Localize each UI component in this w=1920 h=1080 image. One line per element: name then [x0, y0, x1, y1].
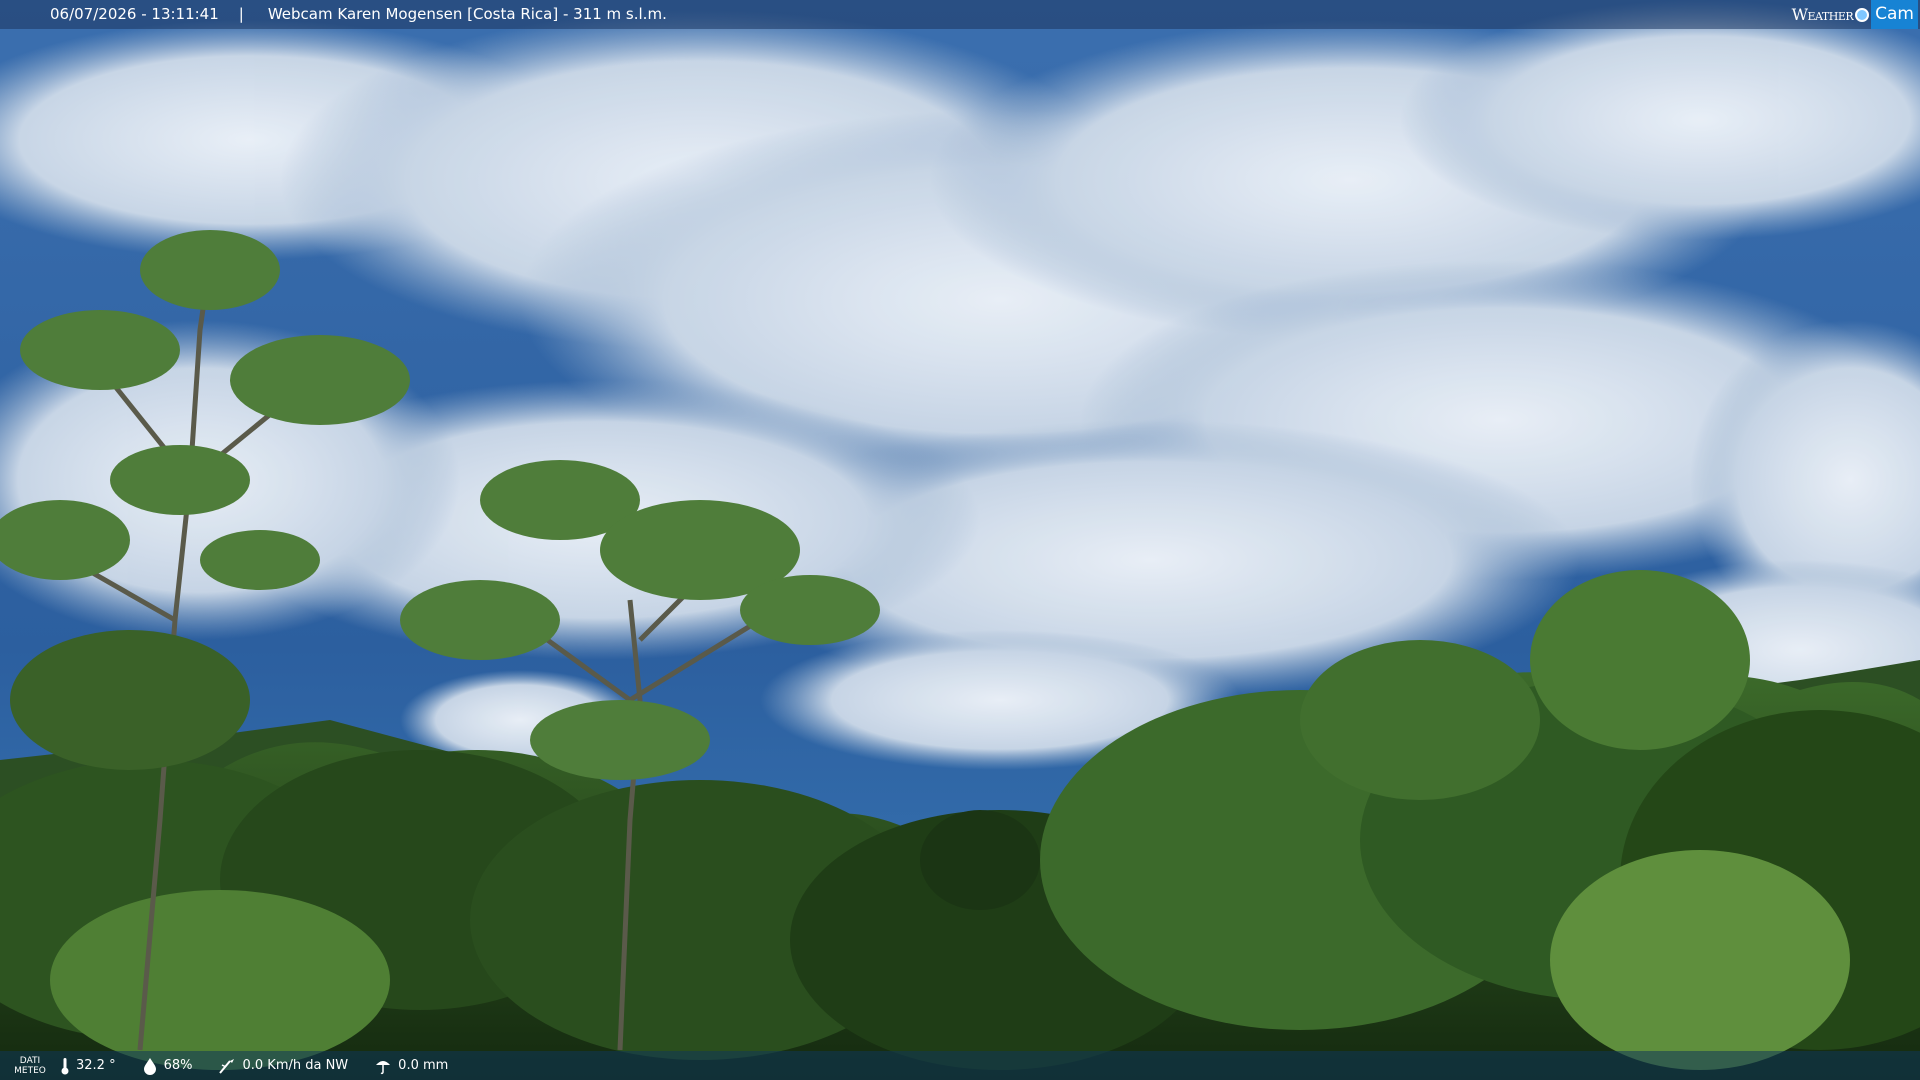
wind-icon: [219, 1058, 235, 1074]
wind-metric: 0.0 Km/h da NW: [218, 1057, 348, 1075]
wind-value: 0.0 Km/h da NW: [242, 1058, 349, 1073]
droplet-icon: [143, 1057, 156, 1075]
humidity-value: 68%: [163, 1058, 193, 1073]
dati-meteo-label: DATI METEO: [14, 1055, 46, 1076]
logo-word: Weather: [1791, 5, 1854, 24]
logo-cam: Cam: [1871, 0, 1918, 29]
title-separator: |: [238, 5, 244, 23]
rain-icon: [376, 1060, 391, 1074]
temperature-value: 32.2 °: [76, 1058, 116, 1073]
thermometer-icon: [61, 1057, 69, 1074]
timestamp: 06/07/2026 - 13:11:41: [50, 5, 219, 23]
rain-metric: 0.0 mm: [374, 1057, 448, 1075]
webcam-title: Webcam Karen Mogensen [Costa Rica] - 311…: [267, 5, 667, 23]
weathercam-logo: Weather Cam: [1792, 0, 1918, 29]
temperature-metric: 32.2 °: [60, 1057, 116, 1075]
humidity-metric: 68%: [142, 1057, 193, 1075]
rain-value: 0.0 mm: [398, 1058, 449, 1073]
weather-data-bar: DATI METEO 32.2 ° 68% 0.0 Km/h da NW 0.0…: [0, 1051, 1920, 1080]
top-info-bar: 06/07/2026 - 13:11:41 | Webcam Karen Mog…: [0, 0, 1920, 29]
webcam-scene: [0, 0, 1920, 1080]
logo-dot-icon: [1855, 7, 1870, 22]
